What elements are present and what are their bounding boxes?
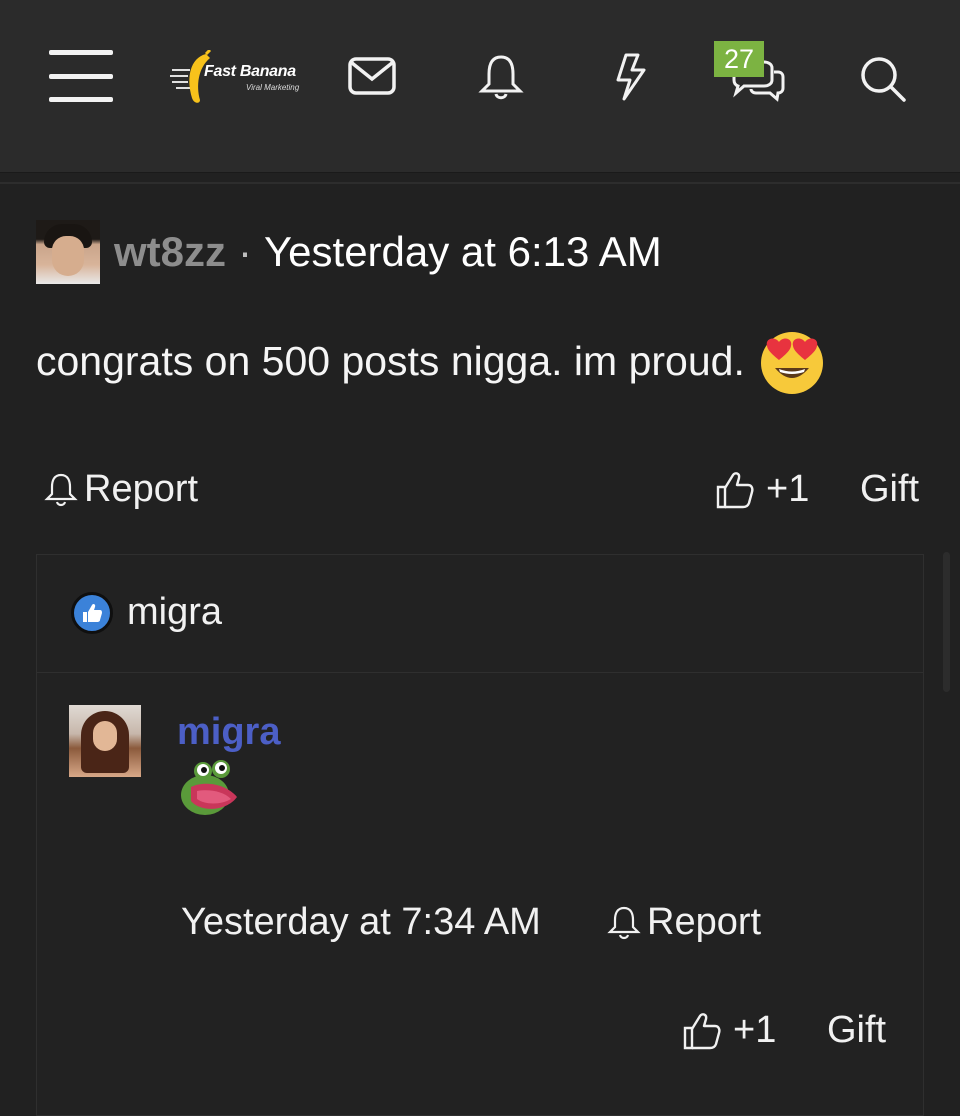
divider (0, 182, 960, 184)
mail-icon[interactable] (348, 56, 396, 96)
post-author[interactable]: wt8zz (114, 228, 226, 276)
reply-timestamp[interactable]: Yesterday at 7:34 AM (181, 901, 541, 944)
search-icon[interactable] (858, 54, 908, 104)
menu-icon[interactable] (48, 50, 114, 102)
like-button[interactable]: +1 (714, 468, 809, 511)
post-header: wt8zz · Yesterday at 6:13 AM (36, 220, 662, 284)
reply-author[interactable]: migra (177, 711, 280, 754)
gift-button[interactable]: Gift (860, 468, 919, 511)
avatar[interactable] (69, 705, 141, 777)
like-reaction-icon (71, 591, 113, 634)
report-label: Report (647, 901, 762, 943)
post-text: congrats on 500 posts nigga. im proud. (36, 337, 745, 384)
like-count: +1 (766, 468, 810, 510)
post-message: congrats on 500 posts nigga. im proud. (36, 326, 827, 396)
reaction-item[interactable]: migra (71, 591, 222, 634)
gift-label: Gift (827, 1009, 887, 1051)
reactions-row: migra (37, 555, 923, 673)
post-timestamp[interactable]: Yesterday at 6:13 AM (264, 228, 662, 276)
conversations-badge: 27 (714, 41, 764, 77)
report-button[interactable]: Report (44, 468, 198, 511)
heart-eyes-emoji-icon (760, 332, 823, 394)
logo-name: Fast Banana (204, 63, 296, 80)
bell-icon[interactable] (478, 52, 524, 102)
reaction-username: migra (127, 591, 223, 633)
site-logo[interactable]: Fast Banana Viral Marketing (170, 50, 315, 106)
gift-button[interactable]: Gift (827, 1009, 886, 1052)
avatar[interactable] (36, 220, 100, 284)
reply-container: migra migra Yesterday at 7:34 AM Report … (36, 554, 924, 1116)
report-button[interactable]: Report (607, 901, 761, 944)
like-count: +1 (733, 1009, 777, 1051)
report-label: Report (84, 468, 199, 510)
thumbs-up-icon (716, 471, 754, 508)
like-button[interactable]: +1 (681, 1009, 776, 1052)
logo-tagline: Viral Marketing (246, 83, 300, 92)
pepe-frog-sticker-icon (181, 760, 237, 815)
scrollbar[interactable] (943, 552, 950, 692)
bell-icon (44, 473, 78, 506)
lightning-icon[interactable] (612, 52, 648, 102)
top-navigation-bar: Fast Banana Viral Marketing 27 (0, 0, 960, 173)
bell-icon (607, 906, 641, 939)
thumbs-up-icon (683, 1012, 721, 1049)
separator: · (238, 228, 253, 275)
gift-label: Gift (860, 468, 920, 510)
